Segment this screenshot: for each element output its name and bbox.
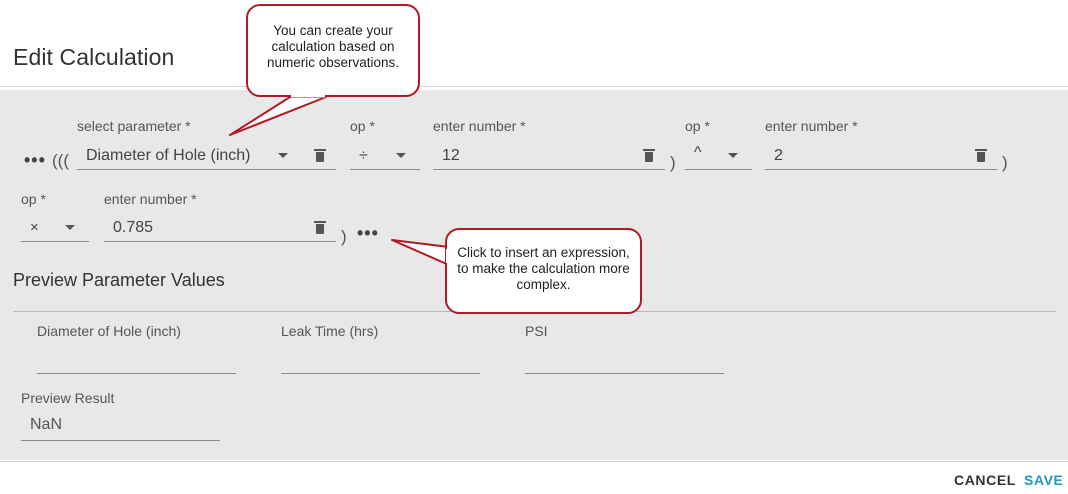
- callout-bottom-join: [446, 249, 450, 263]
